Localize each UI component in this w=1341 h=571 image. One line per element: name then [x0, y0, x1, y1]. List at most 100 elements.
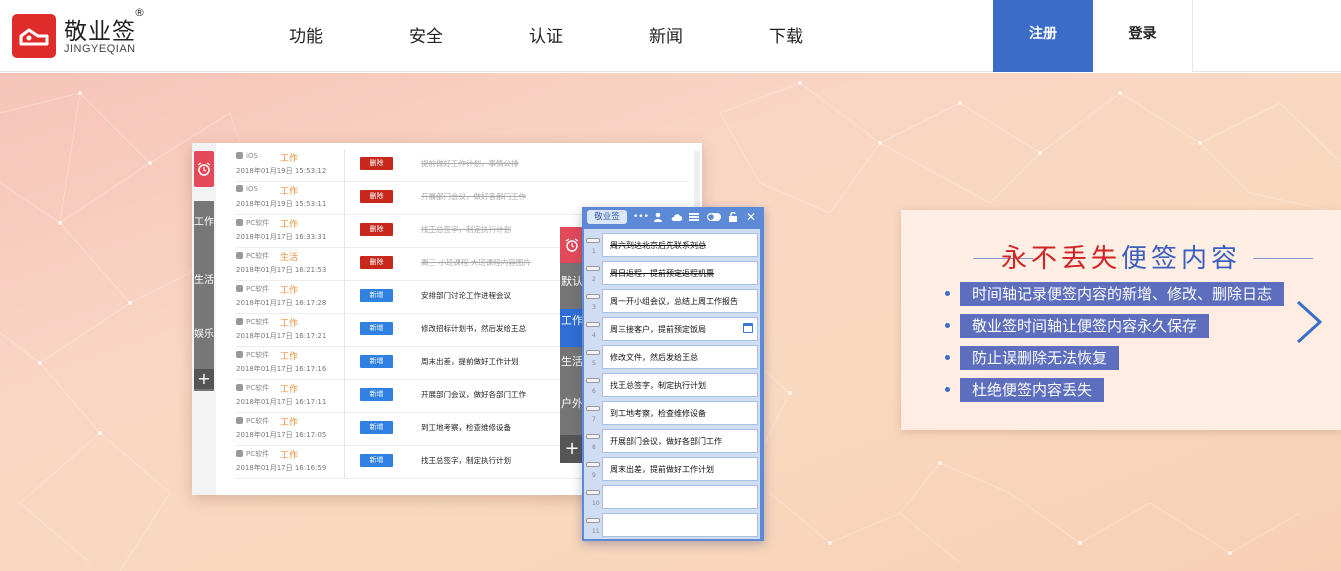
next-slide-arrow-icon[interactable]	[1290, 298, 1330, 346]
note-line[interactable]	[602, 485, 758, 509]
cloud-icon[interactable]	[671, 212, 683, 222]
list-icon[interactable]	[689, 212, 699, 222]
binder-ring-icon	[586, 350, 600, 355]
binder-ring-icon	[586, 518, 600, 523]
note-line[interactable]: 周日返程，提前预定返程机票	[602, 261, 758, 285]
nav-item-news[interactable]: 新闻	[649, 22, 683, 47]
platform-name: iOS	[246, 185, 258, 193]
note-line-text: 周三接客户，提前预定饭局	[610, 325, 706, 334]
timeline-tab-entertainment[interactable]: 娱乐	[194, 329, 214, 341]
register-button[interactable]: 注册	[993, 0, 1093, 72]
note-list: 1 周六到达北京后先联系刘总 2 周日返程，提前预定返程机票 3 周一开小组会议，总结上周…	[584, 229, 760, 539]
platform-name: PC软件	[246, 318, 270, 326]
column-divider	[344, 413, 345, 446]
platform-icon	[236, 450, 243, 457]
timeline-tab-work[interactable]: 工作	[194, 217, 214, 229]
note-text: 修改招标计划书，然后发给王总	[421, 324, 526, 333]
feature-item: 敬业签时间轴让便签内容永久保存	[960, 314, 1210, 338]
note-line[interactable]: 修改文件，然后发给王总	[602, 345, 758, 369]
timestamp: 2018年01月17日 16:33:31	[236, 233, 327, 241]
platform-icon	[236, 318, 243, 325]
note-line[interactable]: 周三接客户，提前预定饭局	[602, 317, 758, 341]
note-text: 提前做好工作计划，事情公排	[421, 159, 519, 168]
note-line[interactable]: 找王总签字，制定执行计划	[602, 373, 758, 397]
note-line[interactable]: 周一开小组会议，总结上周工作报告	[602, 289, 758, 313]
platform-icon	[236, 219, 243, 226]
note-tab-life[interactable]: 生活	[560, 355, 584, 369]
more-icon[interactable]: •••	[633, 212, 649, 222]
close-icon[interactable]: ✕	[746, 211, 756, 223]
binder-ring-icon	[586, 266, 600, 271]
line-number: 7	[592, 416, 596, 423]
action-badge: 删除	[360, 223, 393, 236]
action-badge: 新增	[360, 388, 393, 401]
timestamp: 2018年01月17日 16:16:59	[236, 464, 327, 472]
feature-panel: 永不丢失便签内容 时间轴记录便签内容的新增、修改、删除日志 敬业签时间轴让便签内…	[901, 210, 1341, 430]
lock-icon[interactable]	[728, 211, 738, 222]
note-line[interactable]: 到工地考察，检查维修设备	[602, 401, 758, 425]
feature-title: 永不丢失便签内容	[901, 238, 1341, 275]
action-badge: 删除	[360, 256, 393, 269]
nav-item-features[interactable]: 功能	[289, 22, 323, 47]
binder-ring-icon	[586, 322, 600, 327]
column-divider	[344, 248, 345, 281]
note-line[interactable]	[602, 513, 758, 537]
note-line-text: 周末出差，提前做好工作计划	[610, 465, 714, 474]
column-divider	[344, 347, 345, 380]
note-add-button[interactable]: +	[560, 435, 584, 463]
note-line[interactable]: 开展部门会议，做好各部门工作	[602, 429, 758, 453]
nav-item-download[interactable]: 下载	[769, 22, 803, 47]
binder-ring-icon	[586, 406, 600, 411]
platform-label: PC软件	[236, 449, 269, 459]
note-tab-work[interactable]: 工作	[560, 309, 584, 347]
platform-label: PC软件	[236, 251, 269, 261]
category-label: 工作	[280, 154, 299, 164]
line-number: 4	[592, 332, 596, 339]
line-number: 9	[592, 472, 596, 479]
platform-name: PC软件	[246, 285, 270, 293]
note-text: 周三 小班课程 大班课程内容图片	[421, 258, 531, 267]
binder-ring-icon	[586, 462, 600, 467]
alarm-clock-icon[interactable]	[194, 151, 214, 187]
timeline-add-button[interactable]: +	[194, 369, 214, 389]
timeline-sidebar: 工作 生活 娱乐 +	[192, 143, 216, 495]
note-tab-outdoor[interactable]: 户外	[560, 397, 584, 411]
calendar-icon[interactable]	[743, 323, 753, 333]
timeline-tab-life[interactable]: 生活	[194, 275, 214, 287]
category-label: 工作	[280, 352, 299, 362]
timeline-tab-group: 工作 生活 娱乐	[194, 201, 214, 391]
feature-bullet	[945, 291, 950, 296]
line-number: 3	[592, 304, 596, 311]
note-line-text: 周一开小组会议，总结上周工作报告	[610, 297, 738, 306]
note-tab-default[interactable]: 默认	[560, 275, 584, 289]
action-badge: 删除	[360, 190, 393, 203]
feature-item: 杜绝便签内容丢失	[960, 378, 1105, 402]
brand-pinyin: JINGYEQIAN	[64, 43, 136, 55]
login-button[interactable]: 登录	[1093, 0, 1193, 72]
column-divider	[344, 380, 345, 413]
brand-name[interactable]: 敬业签	[64, 12, 136, 46]
nav-item-certification[interactable]: 认证	[529, 22, 563, 47]
binder-ring-icon	[586, 238, 600, 243]
note-app-name: 敬业签	[587, 210, 627, 224]
logo-icon[interactable]	[12, 14, 56, 58]
platform-name: PC软件	[246, 384, 270, 392]
note-line[interactable]: 周末出差，提前做好工作计划	[602, 457, 758, 481]
timestamp: 2018年01月19日 15:53:12	[236, 167, 327, 175]
platform-name: iOS	[246, 152, 258, 160]
platform-label: iOS	[236, 152, 258, 160]
feature-title-blue: 便签内容	[1121, 244, 1242, 274]
category-label: 生活	[280, 253, 299, 263]
platform-name: PC软件	[246, 351, 270, 359]
category-label: 工作	[280, 286, 299, 296]
user-icon[interactable]	[653, 212, 663, 222]
note-line[interactable]: 周六到达北京后先联系刘总	[602, 233, 758, 257]
note-alarm-clock-icon[interactable]	[560, 227, 584, 263]
nav-item-security[interactable]: 安全	[409, 22, 443, 47]
timestamp: 2018年01月17日 16:17:21	[236, 332, 327, 340]
note-line-text: 到工地考察，检查维修设备	[610, 409, 706, 418]
line-number: 1	[592, 248, 596, 255]
platform-label: PC软件	[236, 317, 269, 327]
timeline-row[interactable]: iOS 工作 2018年01月19日 15:53:12 删除 提前做好工作计划，事情公排	[236, 149, 688, 182]
toggle-icon[interactable]	[707, 212, 721, 222]
